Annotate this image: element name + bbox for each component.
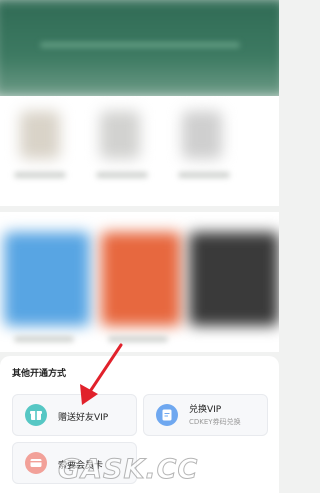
watermark: GASK.CC — [57, 454, 199, 486]
annotation-arrow — [80, 343, 123, 405]
